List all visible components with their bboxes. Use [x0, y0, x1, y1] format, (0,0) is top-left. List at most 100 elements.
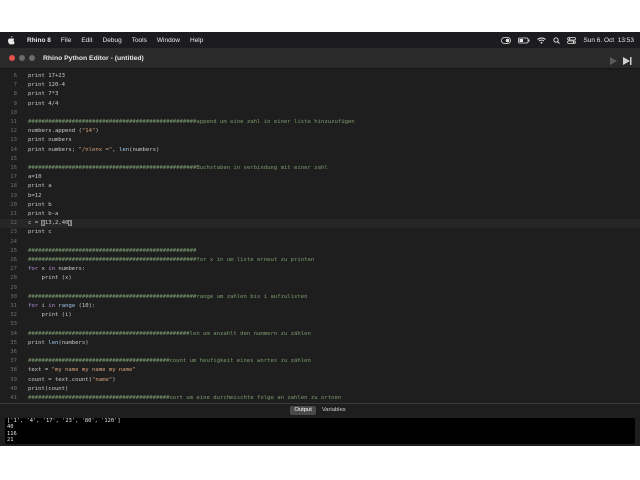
code-line[interactable]: 26 ######################################…: [0, 256, 640, 265]
code-line[interactable]: 37 ######################################…: [0, 357, 640, 366]
menu-window[interactable]: Window: [152, 37, 185, 44]
code-line[interactable]: 17 a=10: [0, 173, 640, 182]
code-text[interactable]: numbers.append ("14"): [28, 127, 99, 136]
code-line[interactable]: 14 print numbers; "/nlenx =", len(numbers…: [0, 146, 640, 155]
code-text[interactable]: print a: [28, 182, 52, 191]
code-text[interactable]: print(count): [28, 385, 68, 394]
code-line[interactable]: 11 ######################################…: [0, 118, 640, 127]
code-line[interactable]: 39 count = text.count("name"): [0, 376, 640, 385]
code-text[interactable]: print numbers: [28, 136, 72, 145]
status-toggle-icon[interactable]: [501, 36, 512, 44]
battery-icon[interactable]: [518, 37, 530, 44]
code-line[interactable]: 21 print b-a: [0, 210, 640, 219]
wifi-icon[interactable]: [537, 37, 547, 44]
close-window-button[interactable]: [9, 55, 15, 61]
control-center-icon[interactable]: [567, 36, 577, 44]
line-number: 26: [10, 257, 17, 263]
code-line[interactable]: 28 print (x): [0, 274, 640, 283]
code-text[interactable]: ########################################…: [28, 256, 314, 265]
code-line[interactable]: 27 for x in numbers:: [0, 265, 640, 274]
search-icon[interactable]: [553, 36, 561, 44]
code-line[interactable]: 38 text = "my name my name my name": [0, 366, 640, 375]
code-line[interactable]: 13 print numbers: [0, 136, 640, 145]
clock[interactable]: Sun 6. Oct 13:53: [583, 37, 634, 44]
code-text[interactable]: print 4/4: [28, 100, 58, 109]
code-line[interactable]: 10: [0, 109, 640, 118]
line-number: 7: [13, 82, 17, 89]
code-text[interactable]: print 120-4: [28, 81, 65, 90]
code-line[interactable]: 41 ######################################…: [0, 394, 640, 403]
code-text[interactable]: b=12: [28, 192, 41, 201]
code-text[interactable]: text = "my name my name my name": [28, 366, 136, 375]
debug-run-icon[interactable]: [622, 53, 632, 71]
code-line[interactable]: 22 c = [13,2,40]: [0, 219, 640, 229]
code-line[interactable]: 31 for i in range (10):: [0, 302, 640, 311]
code-text[interactable]: a=10: [28, 173, 41, 182]
minimize-window-button[interactable]: [19, 55, 25, 61]
code-line[interactable]: 25 ######################################…: [0, 247, 640, 256]
code-line[interactable]: 6 print 17+23: [0, 72, 640, 81]
code-line[interactable]: 20 print b: [0, 201, 640, 210]
code-text[interactable]: print len(numbers): [28, 339, 89, 348]
line-number: 40: [10, 385, 17, 392]
panel-divider[interactable]: [0, 403, 640, 404]
line-number: 41: [10, 395, 17, 401]
code-line[interactable]: 7 print 120-4: [0, 81, 640, 90]
code-line[interactable]: 40 print(count): [0, 385, 640, 394]
code-line[interactable]: 34 ######################################…: [0, 330, 640, 339]
code-text[interactable]: ########################################…: [28, 164, 328, 173]
code-text[interactable]: print b: [28, 201, 52, 210]
code-text[interactable]: print c: [28, 228, 52, 237]
code-text[interactable]: ########################################…: [28, 247, 196, 256]
line-number: 28: [10, 275, 17, 282]
line-number: 22: [10, 220, 17, 227]
code-line[interactable]: 36: [0, 348, 640, 357]
zoom-window-button[interactable]: [29, 55, 35, 61]
tab-variables[interactable]: Variables: [318, 406, 350, 415]
line-number: 15: [10, 155, 17, 162]
code-line[interactable]: 24: [0, 238, 640, 247]
menu-edit[interactable]: Edit: [76, 37, 97, 44]
tab-output[interactable]: Output: [290, 406, 316, 415]
menu-help[interactable]: Help: [185, 37, 208, 44]
menu-file[interactable]: File: [56, 37, 76, 44]
code-text[interactable]: ########################################…: [28, 330, 311, 339]
code-line[interactable]: 9 print 4/4: [0, 100, 640, 109]
code-line[interactable]: 8 print 7*3: [0, 90, 640, 99]
code-text[interactable]: c = [13,2,40]: [28, 219, 72, 228]
menu-app-name[interactable]: Rhino 8: [22, 37, 56, 44]
code-text[interactable]: ########################################…: [28, 357, 311, 366]
run-icon[interactable]: [609, 53, 618, 71]
code-editor[interactable]: 6 print 17+23 7 print 120-4 8 print 7*3 9 print…: [0, 70, 640, 403]
code-text[interactable]: print 17+23: [28, 72, 65, 81]
menu-tools[interactable]: Tools: [127, 37, 152, 44]
code-text[interactable]: count = text.count("name"): [28, 376, 116, 385]
code-line[interactable]: 33: [0, 320, 640, 329]
code-text[interactable]: ########################################…: [28, 394, 341, 403]
code-text[interactable]: print 7*3: [28, 90, 58, 99]
line-number: 17: [10, 174, 17, 181]
code-text[interactable]: print (i): [28, 311, 71, 320]
code-text[interactable]: for i in range (10):: [28, 302, 95, 311]
code-line[interactable]: 35 print len(numbers): [0, 339, 640, 348]
code-line[interactable]: 18 print a: [0, 182, 640, 191]
code-text[interactable]: print (x): [28, 274, 71, 283]
output-console[interactable]: ['1', '4', '17', '23', '80', '120'] 40 1…: [5, 418, 635, 444]
code-line[interactable]: 23 print c: [0, 228, 640, 237]
code-line[interactable]: 19 b=12: [0, 192, 640, 201]
code-line[interactable]: 29: [0, 284, 640, 293]
code-line[interactable]: 32 print (i): [0, 311, 640, 320]
code-text[interactable]: ########################################…: [28, 293, 308, 302]
code-text[interactable]: ########################################…: [28, 118, 355, 127]
code-text[interactable]: print b-a: [28, 210, 58, 219]
code-line[interactable]: 12 numbers.append ("14"): [0, 127, 640, 136]
line-number: 20: [10, 201, 17, 208]
line-number: 19: [10, 192, 17, 199]
menu-debug[interactable]: Debug: [98, 37, 127, 44]
code-line[interactable]: 16 ######################################…: [0, 164, 640, 173]
code-line[interactable]: 15: [0, 155, 640, 164]
code-line[interactable]: 30 ######################################…: [0, 293, 640, 302]
code-text[interactable]: for x in numbers:: [28, 265, 85, 274]
code-text[interactable]: print numbers; "/nlenx =", len(numbers): [28, 146, 159, 155]
apple-icon[interactable]: [7, 35, 16, 45]
